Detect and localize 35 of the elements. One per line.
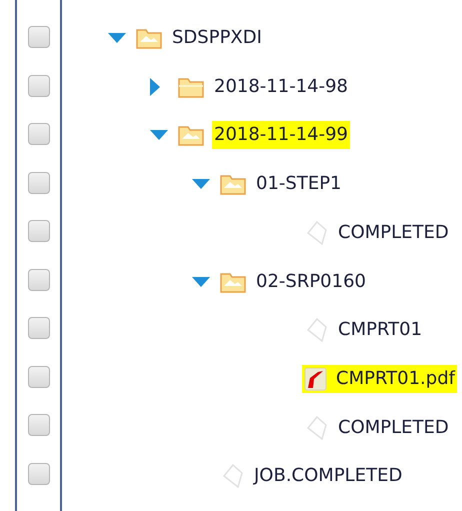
tree-item[interactable]: 2018-11-14-98 xyxy=(212,72,350,101)
tree-item[interactable]: 02-SRP0160 xyxy=(254,268,368,296)
checkbox[interactable] xyxy=(28,172,50,194)
tree-item[interactable]: 2018-11-14-99 xyxy=(212,121,350,150)
checkbox[interactable] xyxy=(28,462,50,484)
tree-item[interactable]: CMPRT01 xyxy=(302,316,424,344)
open-folder-icon xyxy=(136,27,162,49)
checkbox[interactable] xyxy=(28,317,50,339)
checkbox[interactable] xyxy=(28,26,50,48)
checkbox[interactable] xyxy=(28,268,50,290)
tree-item[interactable]: JOB.COMPLETED xyxy=(218,462,404,490)
checkbox[interactable] xyxy=(28,366,50,388)
checkbox[interactable] xyxy=(28,123,50,145)
checkbox[interactable] xyxy=(28,74,50,96)
file-icon xyxy=(304,220,330,246)
open-folder-icon xyxy=(220,173,246,196)
tree-item[interactable]: COMPLETED xyxy=(302,414,451,442)
tree-item[interactable]: 01-STEP1 xyxy=(254,170,344,198)
folder-icon xyxy=(178,76,204,98)
collapsed-caret-icon[interactable] xyxy=(150,78,160,96)
open-folder-icon xyxy=(220,270,246,293)
expanded-caret-icon[interactable] xyxy=(108,33,126,43)
file-icon xyxy=(304,414,330,441)
expanded-caret-icon[interactable] xyxy=(192,179,210,190)
open-folder-icon xyxy=(178,124,204,146)
tree-item[interactable]: CMPRT01.pdf xyxy=(302,364,457,393)
file-icon xyxy=(220,463,246,490)
file-icon xyxy=(304,317,330,344)
checkbox[interactable] xyxy=(28,220,50,242)
tree-item[interactable]: COMPLETED xyxy=(302,218,451,247)
expanded-caret-icon[interactable] xyxy=(192,276,210,287)
expanded-caret-icon[interactable] xyxy=(150,130,168,140)
pdf-file-icon xyxy=(304,366,328,392)
tree-item[interactable]: SDSPPXDI xyxy=(170,24,264,52)
checkbox[interactable] xyxy=(28,414,50,436)
